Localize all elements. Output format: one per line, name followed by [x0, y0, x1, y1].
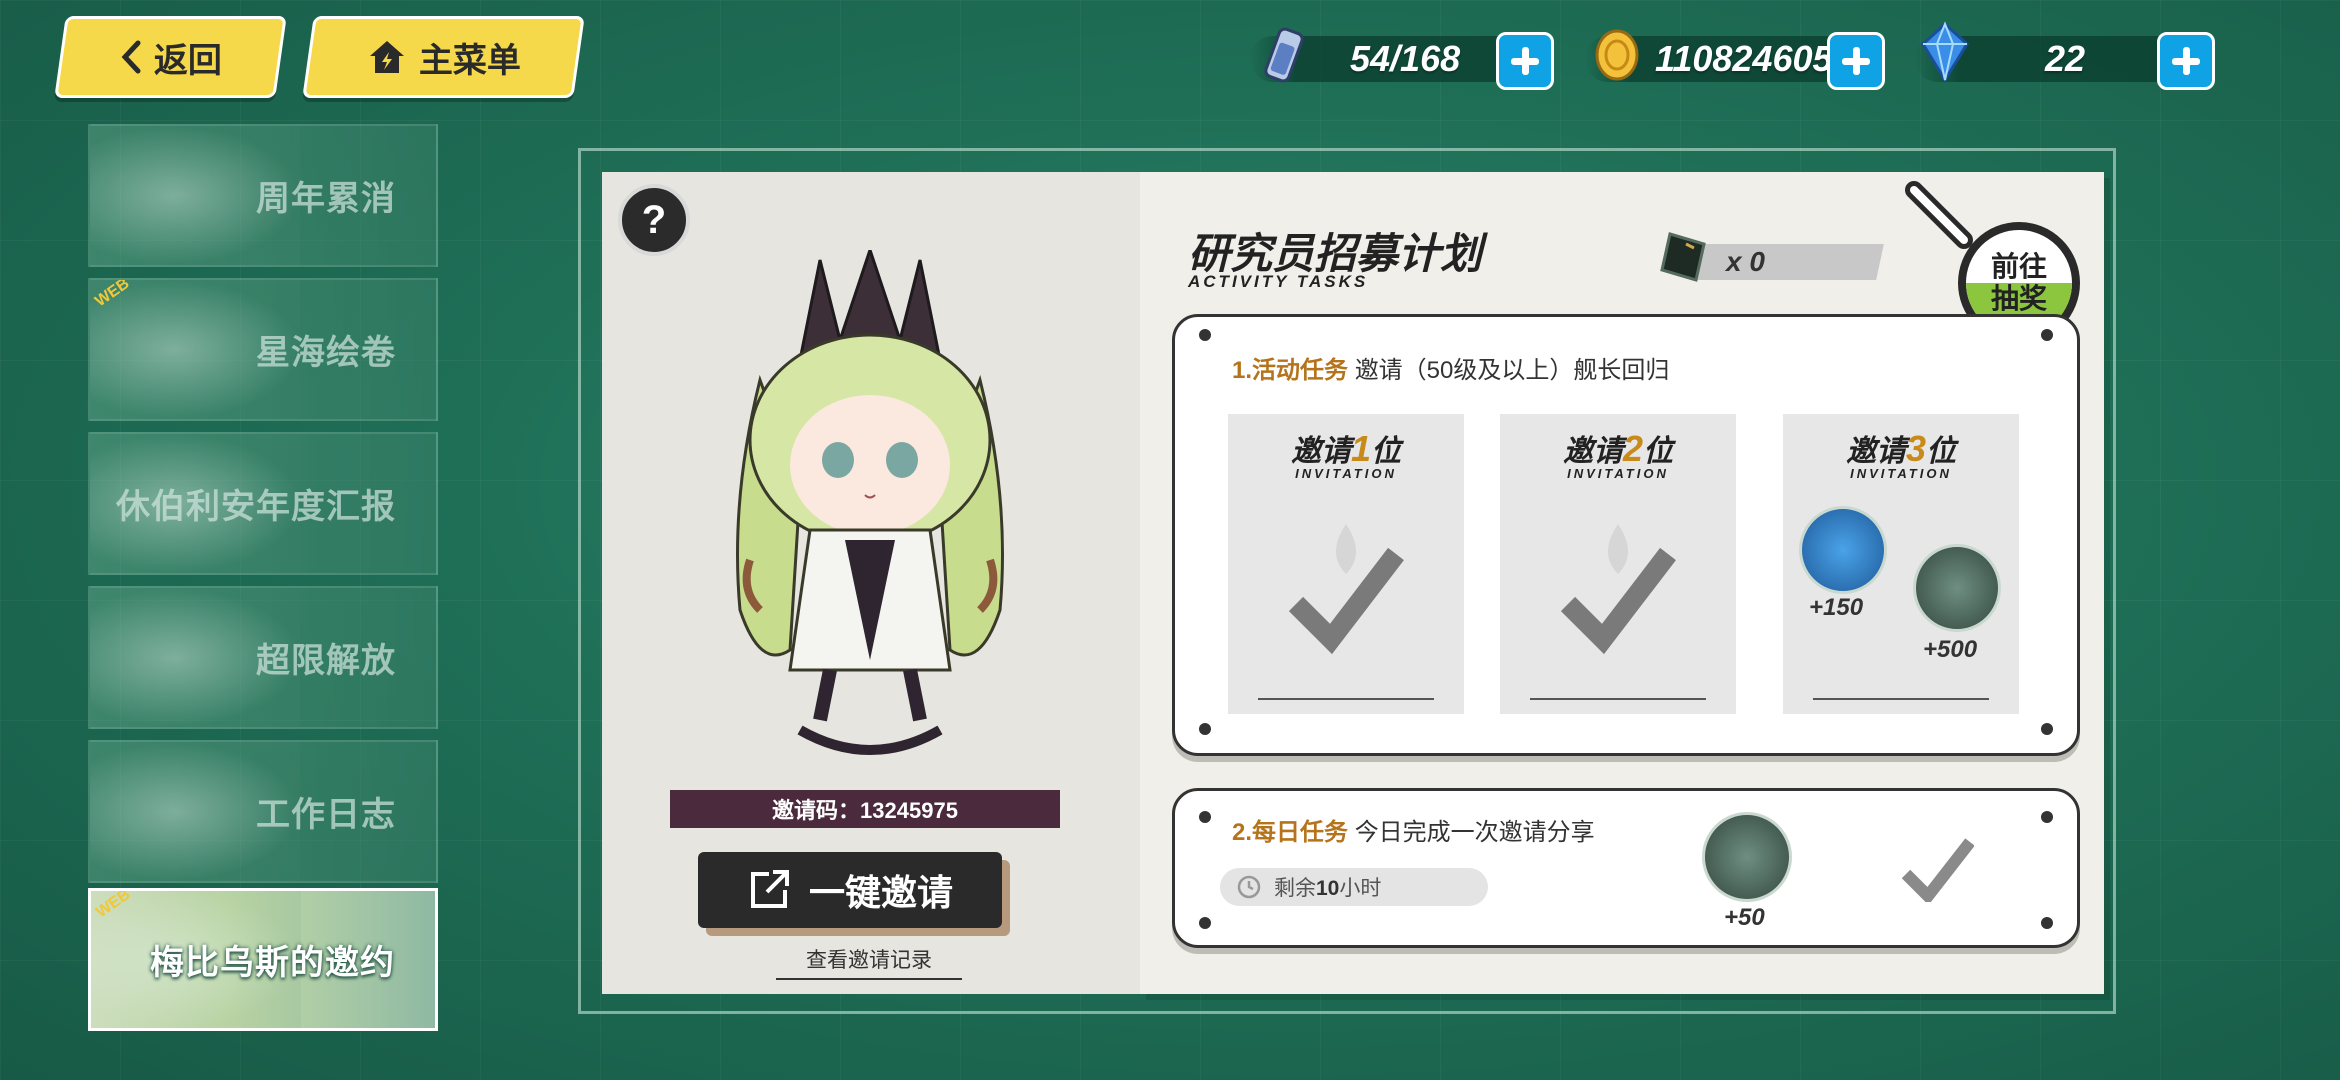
card-rivet: [1199, 811, 1211, 823]
card-rivet: [2041, 811, 2053, 823]
one-click-invite-label: 一键邀请: [808, 872, 953, 913]
flask-neck-icon: [1905, 181, 1973, 249]
completed-check-icon: [1901, 838, 1974, 902]
one-click-invite-button[interactable]: 一键邀请: [698, 852, 1002, 928]
sidebar-item-label: 超限解放: [256, 642, 396, 680]
gold-value: 110824605: [1655, 38, 1833, 79]
ticket-counter-bg: [1696, 244, 1884, 280]
slot-subtitle: INVITATION: [1567, 466, 1669, 481]
character-illustration: [736, 250, 1004, 755]
gold-coin-icon: [1595, 29, 1639, 81]
main-menu-label: 主菜单: [418, 41, 521, 80]
crystal-icon: [1921, 21, 1969, 83]
timer-prefix: 剩余: [1274, 877, 1316, 900]
slot-subtitle: INVITATION: [1295, 466, 1397, 481]
clock-icon: [1237, 875, 1261, 899]
sidebar-item-label: 休伯利安年度汇报: [116, 488, 396, 526]
invite-code: 邀请码：13245975: [670, 790, 1060, 828]
stamina-value: 54/168: [1350, 38, 1461, 79]
home-icon: [369, 41, 404, 73]
crystal-plus-button[interactable]: [2157, 32, 2215, 90]
crystal-value: 22: [2045, 38, 2086, 79]
sidebar-item-anniversary-spending[interactable]: 周年累消: [88, 124, 438, 267]
task-number: 1.活动任务: [1232, 357, 1349, 384]
slot-underline: [1258, 698, 1434, 700]
main-menu-button[interactable]: 主菜单: [302, 16, 585, 98]
slot-title: 邀请1位: [1290, 428, 1402, 469]
card-rivet: [2041, 723, 2053, 735]
completed-check-icon: [1288, 524, 1404, 654]
sidebar-item-label: 星海绘卷: [256, 334, 396, 372]
slot-underline: [1813, 698, 1989, 700]
timer-suffix: 小时: [1339, 877, 1382, 900]
crystal-chest-icon[interactable]: [1799, 506, 1887, 594]
sidebar-item-star-sea-scroll[interactable]: WEB 星海绘卷: [88, 278, 438, 421]
gold-bar: 110824605: [1585, 29, 1885, 90]
invite-record-link[interactable]: 查看邀请记录: [776, 944, 962, 980]
share-icon: [750, 870, 789, 908]
slot-subtitle: INVITATION: [1850, 466, 1952, 481]
goto-lottery-label: 前往 抽奖: [1991, 251, 2047, 315]
reward-amount: +50: [1724, 904, 1765, 931]
help-button[interactable]: ?: [618, 184, 690, 256]
ticket-icon: [1660, 232, 1706, 282]
stamina-icon: [1264, 27, 1304, 83]
sidebar-item-hyperion-annual-report[interactable]: 休伯利安年度汇报: [88, 432, 438, 575]
back-label: 返回: [153, 41, 222, 80]
page-subtitle: ACTIVITY TASKS: [1188, 272, 1369, 291]
invite-slot-3: 邀请3位 INVITATION +150 +500: [1783, 414, 2019, 714]
remaining-time: 剩余10小时: [1220, 868, 1488, 906]
timer-value: 10: [1316, 877, 1340, 900]
crystal-bar: 22: [1915, 21, 2215, 90]
card-rivet: [2041, 329, 2053, 341]
ticket-count: x 0: [1726, 246, 1765, 277]
card-rivet: [1199, 723, 1211, 735]
invite-slot-2: 邀请2位 INVITATION: [1500, 414, 1736, 714]
ticket-reward-icon[interactable]: [1702, 812, 1792, 902]
sidebar-item-label: 工作日志: [256, 796, 396, 834]
slot-title: 邀请3位: [1845, 428, 1957, 469]
chevron-left-icon: [121, 40, 140, 74]
reward-amount: +150: [1809, 594, 1864, 621]
card-rivet: [1199, 329, 1211, 341]
task-number: 2.每日任务: [1232, 819, 1349, 846]
task-description: 今日完成一次邀请分享: [1354, 819, 1595, 846]
stamina-bar: 54/168: [1250, 27, 1554, 90]
slot-underline: [1530, 698, 1706, 700]
reward-amount: +500: [1923, 636, 1978, 663]
card-rivet: [1199, 917, 1211, 929]
sidebar-item-mobius-invitation[interactable]: WEB 梅比乌斯的邀约: [88, 888, 438, 1031]
goto-lottery-label-line2: 抽奖: [1990, 283, 2047, 314]
ticket-reward-icon[interactable]: [1913, 544, 2001, 632]
event-sidebar: 周年累消 WEB 星海绘卷 休伯利安年度汇报 超限解放 工作日志 WEB 梅比乌…: [88, 100, 444, 1060]
task-description: 邀请（50级及以上）舰长回归: [1354, 357, 1670, 384]
slot-title: 邀请2位: [1562, 428, 1674, 469]
invite-slot-1: 邀请1位 INVITATION: [1228, 414, 1464, 714]
sidebar-item-label: 梅比乌斯的邀约: [150, 944, 395, 982]
sidebar-item-label: 周年累消: [256, 180, 396, 218]
card-rivet: [2041, 917, 2053, 929]
sidebar-item-limit-release[interactable]: 超限解放: [88, 586, 438, 729]
stamina-plus-button[interactable]: [1496, 32, 1554, 90]
sidebar-item-work-log[interactable]: 工作日志: [88, 740, 438, 883]
gold-plus-button[interactable]: [1827, 32, 1885, 90]
back-button[interactable]: 返回: [54, 16, 287, 98]
completed-check-icon: [1560, 524, 1676, 654]
goto-lottery-label-line1: 前往: [1990, 250, 2047, 282]
activity-task-header: 1.活动任务 邀请（50级及以上）舰长回归: [1232, 350, 1669, 385]
daily-task-header: 2.每日任务 今日完成一次邀请分享: [1232, 812, 1595, 847]
